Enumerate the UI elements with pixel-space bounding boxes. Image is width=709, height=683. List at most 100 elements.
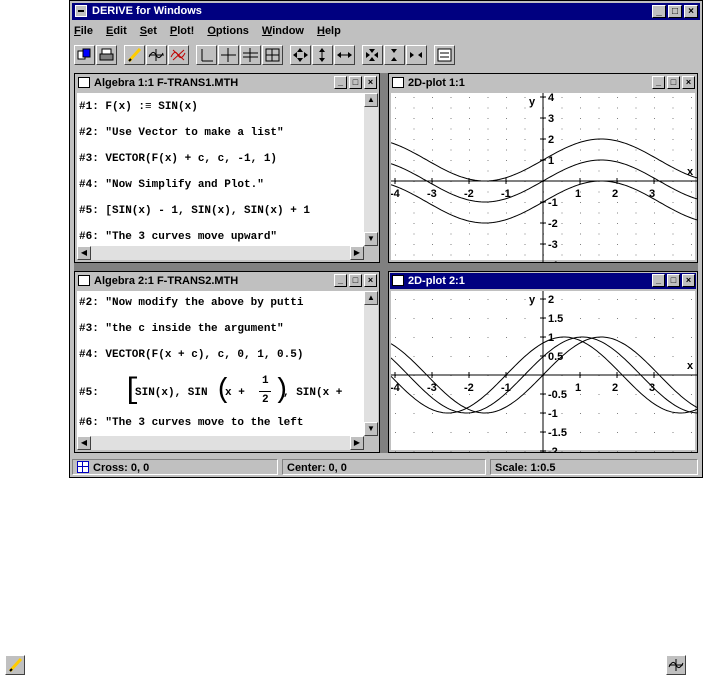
grid-dot: [672, 413, 674, 414]
scroll-left-icon[interactable]: ◀: [77, 436, 91, 450]
system-menu-icon[interactable]: [75, 5, 87, 17]
grid-dot: [691, 356, 692, 357]
grid-dot: [654, 160, 655, 161]
plot-1-canvas[interactable]: -4-3-2-11234321-1-2-3-4xy: [390, 92, 697, 262]
zoom-out-both-icon[interactable]: [362, 45, 383, 65]
zoom-both-icon[interactable]: [290, 45, 311, 65]
scroll-up-icon[interactable]: ▲: [364, 93, 378, 107]
minimize-button[interactable]: _: [334, 274, 347, 287]
minimize-button[interactable]: _: [652, 76, 665, 89]
algebra-window-icon: [78, 275, 90, 286]
grid-dot: [561, 223, 563, 224]
grid-dot: [469, 170, 470, 172]
expression-line[interactable]: #4: VECTOR(F(x + c), c, 0, 1, 0.5): [79, 349, 303, 361]
menu-file[interactable]: File: [74, 22, 93, 40]
algebra-window-2[interactable]: Algebra 2:1 F-TRANS2.MTH _ □ × #2: "Now …: [74, 271, 380, 453]
grid-dot: [469, 432, 470, 433]
zoom-out-horizontal-icon[interactable]: [406, 45, 427, 65]
algebra-2-expressions[interactable]: #2: "Now modify the above by putti #3: "…: [77, 291, 364, 436]
menu-options[interactable]: Options: [207, 22, 249, 40]
scroll-up-icon[interactable]: ▲: [364, 291, 378, 305]
menu-set[interactable]: Set: [140, 22, 157, 40]
grid-dot: [506, 244, 507, 245]
zoom-out-vertical-icon[interactable]: [384, 45, 405, 65]
zoom-vertical-icon[interactable]: [312, 45, 333, 65]
vertical-scrollbar[interactable]: ▲ ▼: [364, 291, 378, 436]
plot-window-1[interactable]: 2D-plot 1:1 _ □ × -4-3-2-11234321-1-2-3-…: [388, 73, 698, 263]
algebra-1-expressions[interactable]: #1: F(x) :≡ SIN(x) #2: "Use Vector to ma…: [77, 93, 364, 246]
grid-dot: [524, 223, 526, 224]
app-title-bar[interactable]: DERIVE for Windows _ □ ×: [72, 3, 700, 20]
plot-2-svg[interactable]: -4-3-2-112321.510.5-0.5-1-1.5-2xy: [390, 291, 697, 452]
expression-line[interactable]: #3: VECTOR(F(x) + c, c, -1, 1): [79, 153, 277, 165]
horizontal-scrollbar[interactable]: ◀ ▶: [77, 246, 364, 260]
scroll-left-icon[interactable]: ◀: [77, 246, 91, 260]
menu-help[interactable]: Help: [317, 22, 341, 40]
author-pencil-icon[interactable]: [124, 45, 145, 65]
menu-window[interactable]: Window: [262, 22, 304, 40]
grid-dot: [580, 233, 581, 235]
grid-icon[interactable]: [262, 45, 283, 65]
grid-dot: [672, 223, 674, 224]
plot-setup-icon[interactable]: [434, 45, 455, 65]
close-button[interactable]: ×: [684, 5, 698, 18]
grid-dot: [672, 202, 674, 203]
menu-plot[interactable]: Plot!: [170, 22, 194, 40]
expression-line[interactable]: #1: F(x) :≡ SIN(x): [79, 101, 198, 113]
minimize-button[interactable]: _: [652, 5, 666, 18]
zoom-horizontal-icon[interactable]: [334, 45, 355, 65]
y-tick-label: 1.5: [548, 313, 563, 325]
close-button[interactable]: ×: [364, 274, 377, 287]
scroll-right-icon[interactable]: ▶: [350, 246, 364, 260]
close-button[interactable]: ×: [682, 76, 695, 89]
scroll-right-icon[interactable]: ▶: [350, 436, 364, 450]
status-center-text: Center: 0, 0: [287, 462, 347, 474]
grid-dot: [413, 254, 415, 256]
grid-dot: [672, 139, 674, 140]
maximize-button[interactable]: □: [667, 76, 680, 89]
axes-icon[interactable]: [196, 45, 217, 65]
grid-dot: [413, 337, 415, 338]
plot-window-2[interactable]: 2D-plot 2:1 _ □ × -4-3-2-112321.510.5-0.…: [388, 271, 698, 453]
close-button[interactable]: ×: [364, 76, 377, 89]
copy-icon[interactable]: [74, 45, 95, 65]
vertical-scrollbar[interactable]: ▲ ▼: [364, 93, 378, 246]
print-icon[interactable]: [96, 45, 117, 65]
horizontal-scrollbar[interactable]: ◀ ▶: [77, 436, 364, 450]
grid-dot: [635, 394, 637, 395]
mdi-workspace: Algebra 1:1 F-TRANS1.MTH _ □ × #1: F(x) …: [74, 73, 698, 453]
expression-line[interactable]: #3: "the c inside the argument": [79, 323, 284, 335]
maximize-button[interactable]: □: [668, 5, 682, 18]
delete-plot-icon[interactable]: [168, 45, 189, 65]
grid-dot: [432, 451, 433, 452]
expression-line[interactable]: #2: "Now modify the above by putti: [79, 297, 303, 309]
expression-line[interactable]: #5: [SIN(x) - 1, SIN(x), SIN(x) + 1: [79, 205, 310, 217]
algebra-window-1[interactable]: Algebra 1:1 F-TRANS1.MTH _ □ × #1: F(x) …: [74, 73, 380, 263]
minimize-button[interactable]: _: [334, 76, 347, 89]
grid-cross-icon[interactable]: [240, 45, 261, 65]
expression-line[interactable]: #6: "The 3 curves move upward": [79, 231, 277, 243]
expression-line[interactable]: #2: "Use Vector to make a list": [79, 127, 284, 139]
maximize-button[interactable]: □: [349, 76, 362, 89]
plot-2-canvas[interactable]: -4-3-2-112321.510.5-0.5-1-1.5-2xy: [390, 291, 697, 452]
grid-dot: [598, 170, 600, 172]
minimize-button[interactable]: _: [652, 274, 665, 287]
scroll-down-icon[interactable]: ▼: [364, 232, 378, 246]
plot-1-svg[interactable]: -4-3-2-11234321-1-2-3-4xy: [390, 92, 697, 262]
menu-edit[interactable]: Edit: [106, 22, 127, 40]
plot-window-2-title: 2D-plot 2:1: [408, 275, 465, 287]
cross-icon[interactable]: [218, 45, 239, 65]
maximize-button[interactable]: □: [667, 274, 680, 287]
plot-icon[interactable]: [146, 45, 167, 65]
x-tick-label: -1: [501, 382, 511, 394]
pencil-icon[interactable]: [5, 655, 25, 675]
close-button[interactable]: ×: [682, 274, 695, 287]
grid-dot: [561, 202, 563, 203]
grid-dot: [413, 97, 415, 98]
plot-window-icon[interactable]: [666, 655, 686, 675]
maximize-button[interactable]: □: [349, 274, 362, 287]
scroll-down-icon[interactable]: ▼: [364, 422, 378, 436]
expression-line[interactable]: #6: "The 3 curves move to the left: [79, 417, 303, 429]
expression-line[interactable]: #4: "Now Simplify and Plot.": [79, 179, 264, 191]
grid-dot: [524, 212, 526, 214]
